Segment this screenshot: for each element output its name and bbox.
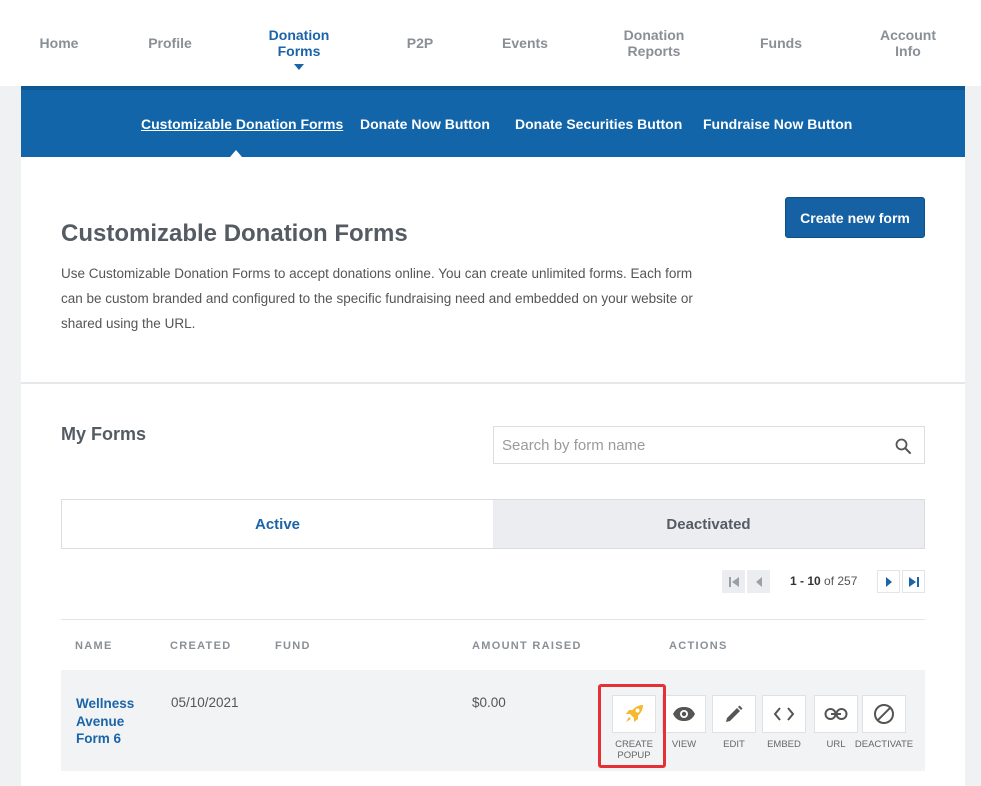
first-page-button[interactable] (722, 570, 745, 593)
tab-active[interactable]: Active (62, 500, 493, 548)
link-icon (824, 708, 848, 720)
deactivate-label: DEACTIVATE (854, 739, 914, 750)
pagination-text: 1 - 10 of 257 (790, 574, 857, 588)
nav-p2p[interactable]: P2P (385, 0, 455, 86)
nav-funds[interactable]: Funds (746, 0, 816, 86)
embed-button[interactable] (762, 695, 806, 733)
nav-account-info[interactable]: Account Info (868, 0, 948, 86)
prev-page-button[interactable] (747, 570, 770, 593)
subnav-fundraise-now-button[interactable]: Fundraise Now Button (703, 90, 852, 157)
page-description: Use Customizable Donation Forms to accep… (61, 266, 693, 331)
subnav-donate-now-button[interactable]: Donate Now Button (360, 90, 490, 157)
nav-donation-forms[interactable]: Donation Forms (259, 0, 339, 86)
block-icon (874, 704, 894, 724)
highlight-box (598, 684, 666, 768)
subnav-active-caret (230, 150, 242, 157)
subnav-customizable-forms[interactable]: Customizable Donation Forms (141, 90, 343, 157)
column-fund[interactable]: FUND (275, 640, 311, 652)
nav-home[interactable]: Home (24, 0, 94, 86)
top-navigation: Home Profile Donation Forms P2P Events Do… (0, 0, 981, 86)
amount-raised: $0.00 (472, 695, 506, 710)
section-divider (21, 382, 965, 384)
column-actions: ACTIONS (669, 640, 728, 652)
pagination-total: of 257 (824, 574, 858, 588)
nav-donation-reports[interactable]: Donation Reports (614, 0, 694, 86)
search-box (493, 426, 925, 464)
table-header: NAME CREATED FUND AMOUNT RAISED ACTIONS (61, 619, 925, 669)
last-page-icon (908, 576, 919, 587)
first-page-icon (728, 576, 739, 587)
next-page-icon (885, 576, 892, 587)
edit-button[interactable] (712, 695, 756, 733)
page-title: Customizable Donation Forms (61, 220, 408, 247)
column-name[interactable]: NAME (75, 640, 113, 652)
pencil-icon (726, 705, 743, 722)
my-forms-heading: My Forms (61, 424, 147, 444)
active-caret (294, 64, 304, 70)
prev-page-icon (755, 576, 762, 587)
search-input[interactable] (502, 436, 882, 454)
pagination-range: 1 - 10 (790, 574, 821, 588)
column-created[interactable]: CREATED (170, 640, 231, 652)
last-page-button[interactable] (902, 570, 925, 593)
sub-navigation: Customizable Donation Forms Donate Now B… (21, 86, 965, 157)
form-name-link[interactable]: Wellness Avenue Form 6 (76, 695, 156, 748)
created-date: 05/10/2021 (171, 695, 239, 710)
search-icon[interactable] (894, 437, 912, 455)
nav-events[interactable]: Events (490, 0, 560, 86)
status-tabs: Active Deactivated (61, 499, 925, 549)
next-page-button[interactable] (877, 570, 900, 593)
url-button[interactable] (814, 695, 858, 733)
view-button[interactable] (662, 695, 706, 733)
deactivate-button[interactable] (862, 695, 906, 733)
code-icon (773, 707, 795, 721)
eye-icon (673, 707, 695, 721)
tab-deactivated[interactable]: Deactivated (493, 500, 924, 548)
subnav-donate-securities-button[interactable]: Donate Securities Button (515, 90, 682, 157)
column-amount-raised[interactable]: AMOUNT RAISED (472, 640, 582, 652)
create-new-form-button[interactable]: Create new form (785, 197, 925, 238)
nav-profile[interactable]: Profile (135, 0, 205, 86)
